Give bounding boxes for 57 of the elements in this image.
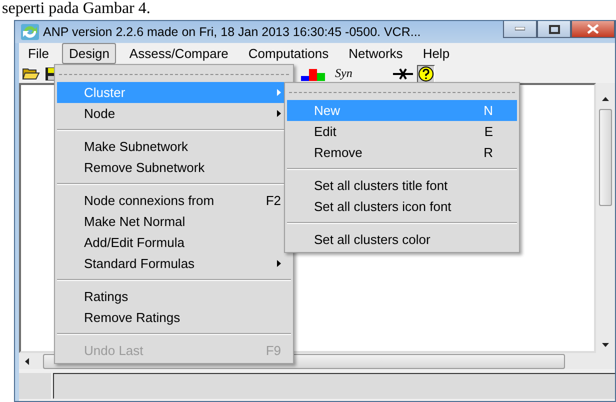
- menu-item-label: Edit: [314, 124, 336, 139]
- window-title: ANP version 2.2.6 made on Fri, 18 Jan 2013 16:30:45 -0500. VCR...: [43, 25, 421, 39]
- menu-item[interactable]: Help: [416, 43, 457, 64]
- menu-item-label: Set all clusters color: [314, 232, 430, 247]
- menu-item-label: Remove: [314, 145, 362, 160]
- help-button[interactable]: [417, 64, 436, 82]
- menu-item-label: New: [314, 103, 340, 118]
- menu-item-label: Undo Last: [84, 343, 144, 358]
- app-logo-icon: [21, 24, 39, 40]
- close-icon: [587, 24, 599, 34]
- menu-item-label: Node: [84, 106, 116, 121]
- scroll-left-icon: [25, 358, 29, 364]
- menu-item[interactable]: Remove Ratings: [57, 307, 291, 328]
- scroll-up-icon: [602, 97, 609, 101]
- menu-item[interactable]: Set all clusters title font: [287, 175, 517, 196]
- menu-item-label: Set all clusters title font: [314, 178, 448, 193]
- bar-chart-icon: [301, 66, 325, 80]
- document-text: seperti pada Gambar 4.: [2, 0, 150, 18]
- menu-item-label: Remove Ratings: [84, 310, 180, 325]
- minimize-button[interactable]: [503, 21, 537, 38]
- menu-item[interactable]: File: [21, 43, 56, 64]
- menu-item[interactable]: Standard Formulas: [57, 253, 291, 274]
- menu-item[interactable]: Set all clusters color: [287, 229, 517, 250]
- syn-button[interactable]: Syn: [334, 65, 354, 82]
- menu-item-label: Remove Subnetwork: [84, 160, 205, 175]
- scroll-down-icon: [602, 343, 609, 347]
- shortcut-text: F9: [266, 343, 281, 358]
- menu-item[interactable]: Computations: [241, 43, 336, 64]
- open-folder-button[interactable]: [21, 66, 41, 82]
- menu-item[interactable]: Design: [62, 43, 116, 64]
- vertical-scrollbar[interactable]: [596, 83, 615, 353]
- shortcut-text: F2: [266, 193, 281, 208]
- menu-item-label: Make Net Normal: [84, 214, 186, 229]
- menu-item-label: Ratings: [84, 289, 128, 304]
- status-panel: [19, 373, 51, 399]
- menu-item-label: Standard Formulas: [84, 256, 195, 271]
- open-folder-icon: [22, 66, 40, 80]
- shortcut-text: R: [484, 145, 493, 160]
- shortcut-text: N: [484, 103, 493, 118]
- restore-icon: [548, 24, 560, 34]
- shortcut-text: E: [484, 124, 493, 139]
- menu-item[interactable]: Set all clusters icon font: [287, 196, 517, 217]
- menu-item-label: Make Subnetwork: [84, 139, 188, 154]
- menu-item[interactable]: Remove R: [287, 142, 517, 163]
- scrollbar-thumb[interactable]: [599, 109, 612, 206]
- close-button[interactable]: [571, 21, 615, 38]
- menu-item[interactable]: Assess/Compare: [122, 43, 236, 64]
- menu-item-label: Node connexions from: [84, 193, 214, 208]
- menu-item-label: Set all clusters icon font: [314, 199, 452, 214]
- maximize-button[interactable]: [537, 21, 571, 38]
- menu-item[interactable]: Networks: [342, 43, 410, 64]
- help-icon: [418, 66, 434, 82]
- minimize-icon: [515, 27, 525, 31]
- menu-item-label: Add/Edit Formula: [84, 235, 184, 250]
- menu-item-label: Cluster: [84, 85, 126, 100]
- menu-item[interactable]: Ratings: [57, 286, 291, 307]
- menu-item[interactable]: Edit E: [287, 121, 517, 142]
